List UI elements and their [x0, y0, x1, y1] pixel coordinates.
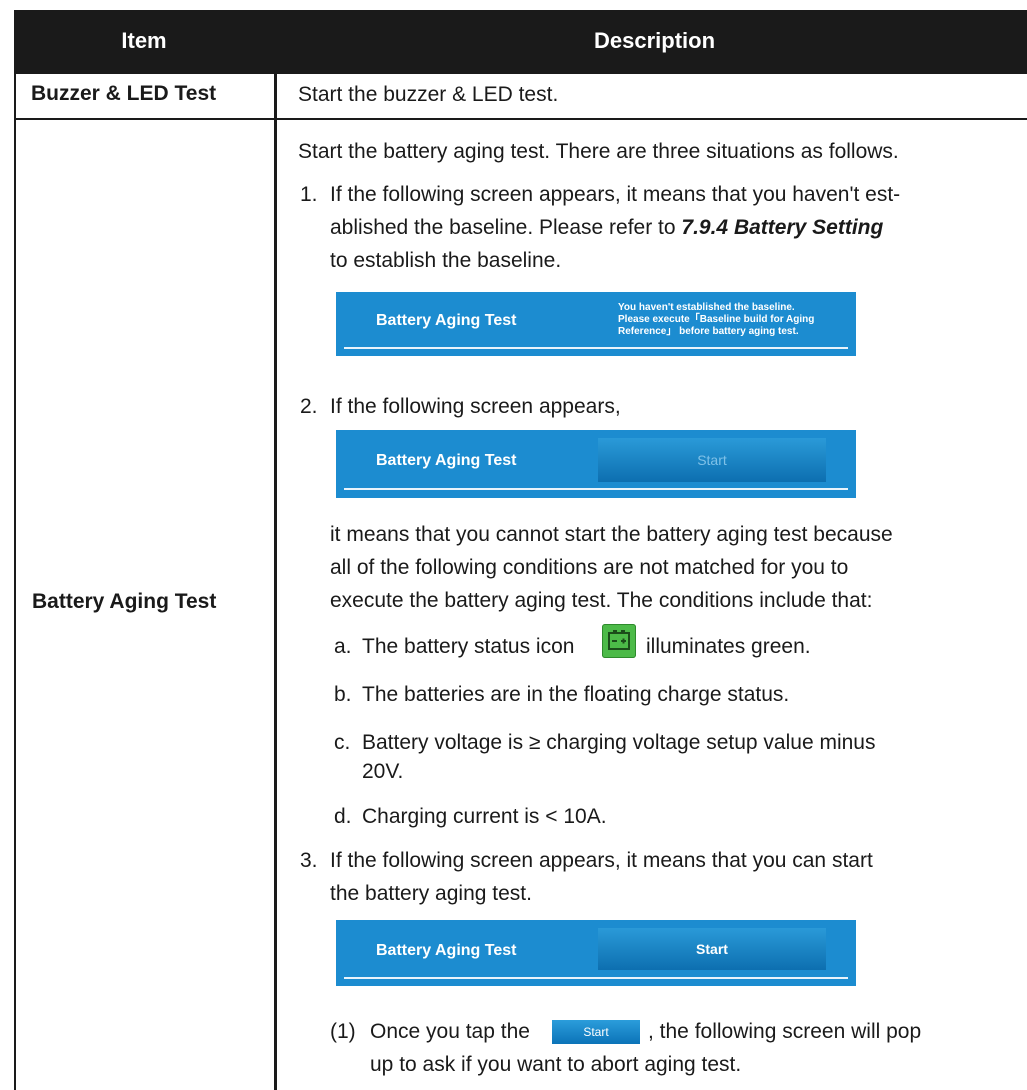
panel-msg-1: You haven't established the baseline.	[618, 302, 795, 313]
panel-msg-2: Please execute「Baseline build for Aging	[618, 314, 815, 325]
sub1-number: (1)	[330, 1020, 356, 1043]
row-label-battery-aging: Battery Aging Test	[32, 590, 217, 613]
step2-cont1: it means that you cannot start the batte…	[330, 523, 893, 546]
step1-line1: If the following screen appears, it mean…	[330, 183, 901, 206]
step1-number: 1.	[300, 183, 318, 206]
step1-reference: 7.9.4 Battery Setting	[681, 216, 884, 239]
inline-start-button[interactable]: Start	[552, 1020, 640, 1044]
cond-b-letter: b.	[334, 683, 352, 706]
panel-divider	[344, 347, 848, 349]
sub1-pre: Once you tap the	[370, 1020, 530, 1043]
cond-b-text: The batteries are in the floating charge…	[362, 683, 790, 706]
header-description: Description	[277, 10, 1027, 72]
step2-cont3: execute the battery aging test. The cond…	[330, 589, 873, 612]
panel-title: Battery Aging Test	[376, 452, 517, 469]
cond-a-pre: The battery status icon	[362, 635, 575, 658]
battery-icon	[602, 624, 636, 658]
panel-divider	[344, 488, 848, 490]
row-label-buzzer-led: Buzzer & LED Test	[31, 82, 217, 105]
step3-line1: If the following screen appears, it mean…	[330, 849, 873, 872]
panel-start-disabled: Battery Aging Test Start	[336, 430, 856, 498]
cond-d-letter: d.	[334, 805, 352, 828]
row-desc-buzzer-led: Start the buzzer & LED test.	[298, 83, 559, 106]
cond-a-post: illuminates green.	[646, 635, 811, 658]
panel-start-enabled: Battery Aging Test Start	[336, 920, 856, 986]
cond-c-text: Battery voltage is ≥ charging voltage se…	[362, 731, 876, 754]
step1-line3: to establish the baseline.	[330, 249, 562, 272]
aging-intro: Start the battery aging test. There are …	[298, 140, 899, 163]
start-button-disabled[interactable]: Start	[598, 438, 826, 482]
step2-line1: If the following screen appears,	[330, 395, 621, 418]
start-button[interactable]: Start	[598, 928, 826, 970]
sub1-line2: up to ask if you want to abort aging tes…	[370, 1053, 742, 1076]
panel-divider	[344, 977, 848, 979]
panel-title: Battery Aging Test	[376, 312, 517, 329]
step1-line2: ablished the baseline. Please refer to 7…	[330, 216, 884, 239]
step3-line2: the battery aging test.	[330, 882, 532, 905]
panel-msg-3: Reference」 before battery aging test.	[618, 326, 799, 337]
sub1-post: , the following screen will pop	[648, 1020, 922, 1043]
description-table: Item Description Buzzer & LED Test Start…	[14, 10, 1027, 1090]
cond-d-text: Charging current is < 10A.	[362, 805, 607, 828]
step3-number: 3.	[300, 849, 318, 872]
cond-c-letter: c.	[334, 731, 351, 754]
header-item: Item	[14, 10, 274, 72]
cond-a-letter: a.	[334, 635, 352, 658]
step2-number: 2.	[300, 395, 318, 418]
step2-cont2: all of the following conditions are not …	[330, 556, 849, 579]
cond-c-text2: 20V.	[362, 760, 404, 783]
panel-title: Battery Aging Test	[376, 942, 517, 959]
panel-no-baseline: Battery Aging Test You haven't establish…	[336, 292, 856, 356]
